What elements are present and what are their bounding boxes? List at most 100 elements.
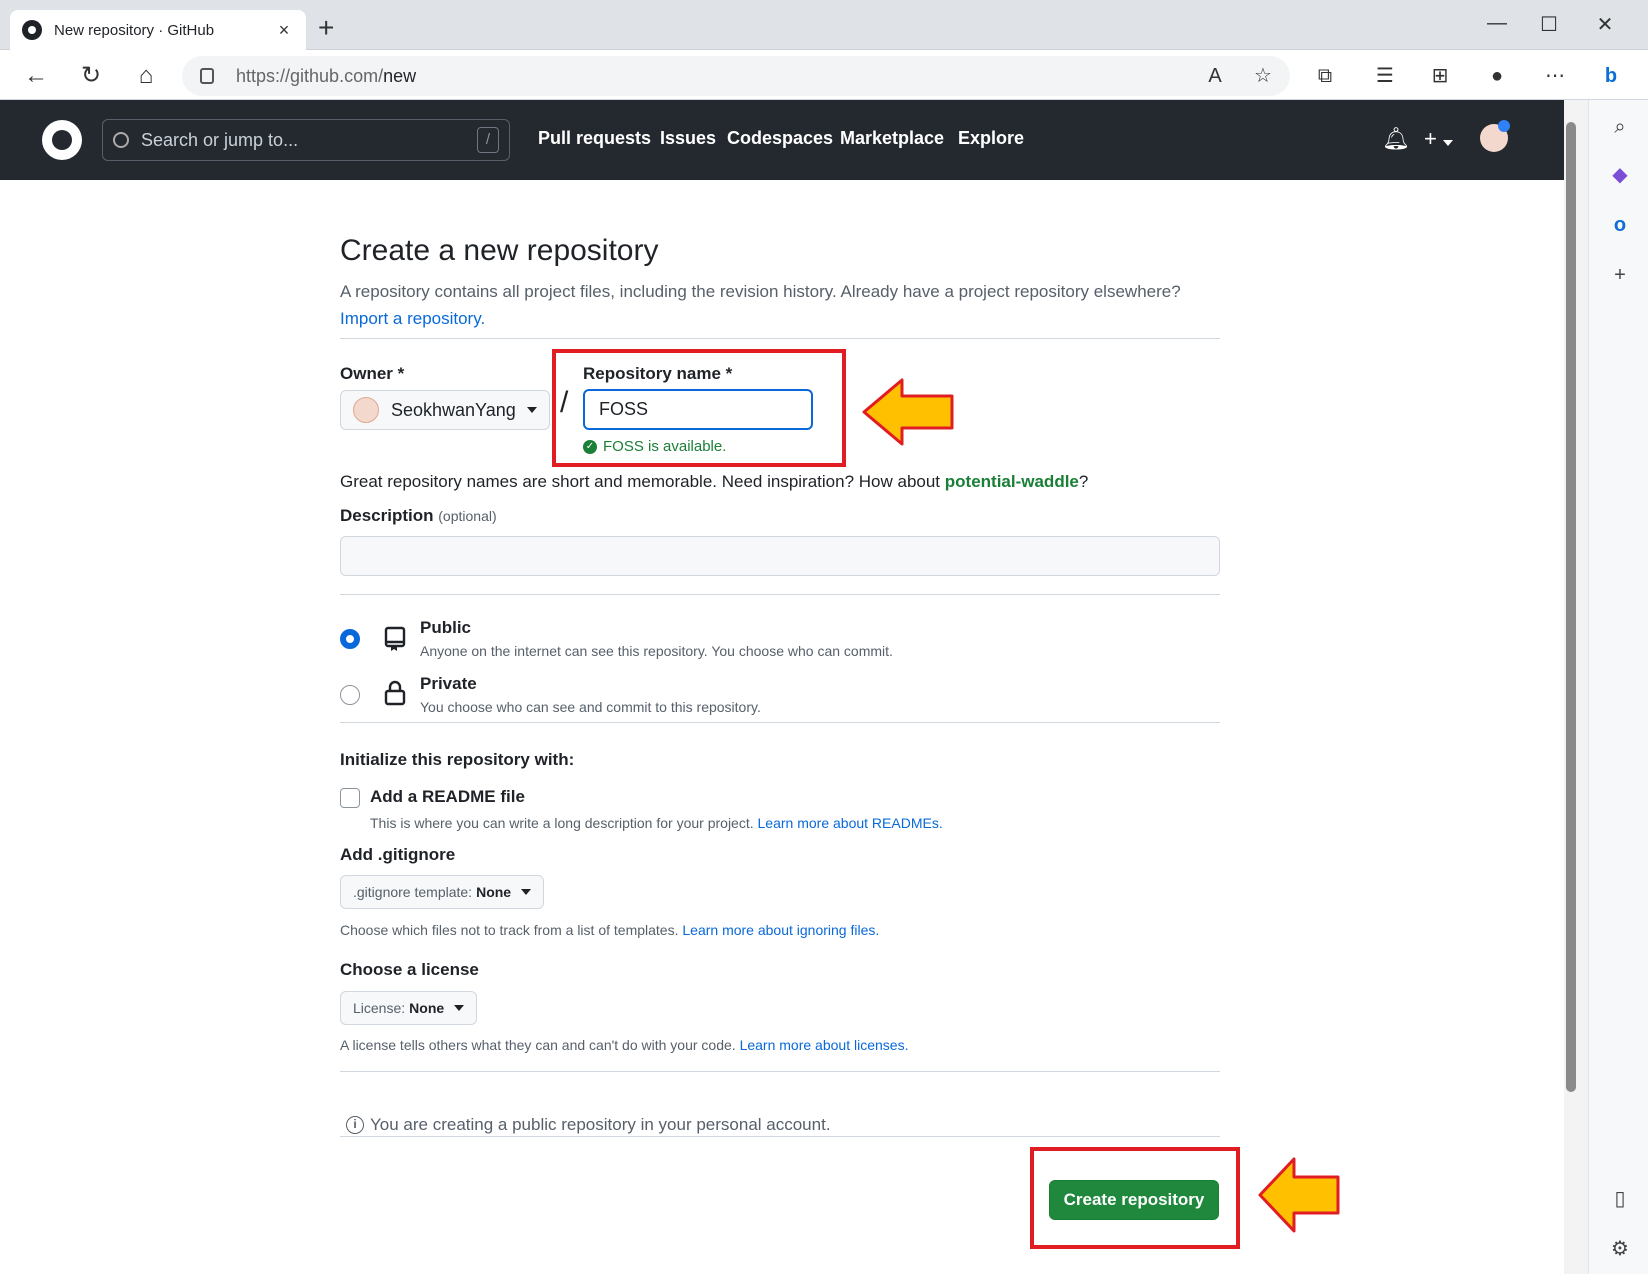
gitignore-description: Choose which files not to track from a l… <box>340 922 879 938</box>
tip-suffix: ? <box>1078 472 1089 491</box>
description-label: Description (optional) <box>340 506 497 526</box>
gitignore-learn-more-link[interactable]: Learn more about ignoring files. <box>682 922 879 938</box>
gitignore-desc-text: Choose which files not to track from a l… <box>340 922 683 938</box>
owner-label: Owner * <box>340 364 405 383</box>
lock-icon <box>200 68 214 84</box>
github-logo-icon[interactable] <box>42 120 82 160</box>
more-menu-icon[interactable]: ⋯ <box>1540 61 1570 91</box>
url-path: new <box>383 65 417 86</box>
name-suggestion: Great repository names are short and mem… <box>340 472 1088 492</box>
nav-pull-requests[interactable]: Pull requests <box>538 128 651 149</box>
profile-avatar-icon[interactable]: ● <box>1482 61 1512 91</box>
new-tab-button[interactable]: + <box>318 14 334 42</box>
create-new-plus-icon[interactable]: + <box>1424 126 1453 152</box>
divider <box>340 1136 1220 1137</box>
divider <box>340 594 1220 595</box>
plus-label: + <box>1424 126 1437 151</box>
readme-learn-more-link[interactable]: Learn more about READMEs. <box>758 815 943 831</box>
browser-tab-bar: New repository · GitHub × + — ☐ ✕ <box>0 0 1648 50</box>
nav-explore[interactable]: Explore <box>958 128 1024 149</box>
lead-text: A repository contains all project files,… <box>340 282 1181 301</box>
extensions-icon[interactable]: ⧉ <box>1310 61 1340 91</box>
back-icon[interactable]: ← <box>20 60 52 92</box>
nav-marketplace[interactable]: Marketplace <box>840 128 944 149</box>
search-input[interactable]: Search or jump to... / <box>102 119 510 161</box>
lock-icon <box>384 680 406 706</box>
page-lead: A repository contains all project files,… <box>340 278 1220 332</box>
page-title: Create a new repository <box>340 234 659 267</box>
suggested-name-link[interactable]: potential-waddle <box>945 472 1079 491</box>
url-host: https://github.com/ <box>236 65 384 86</box>
refresh-icon[interactable]: ↻ <box>75 60 107 92</box>
private-title: Private <box>420 674 477 693</box>
chevron-down-icon <box>527 407 537 413</box>
add-sidebar-app-icon[interactable]: + <box>1607 262 1633 288</box>
divider <box>340 722 1220 723</box>
private-radio[interactable] <box>340 685 360 705</box>
search-icon[interactable]: ⌕ <box>1607 114 1633 140</box>
optional-hint: (optional) <box>438 508 497 524</box>
chevron-down-icon <box>521 889 532 895</box>
outlook-icon[interactable]: o <box>1607 212 1633 238</box>
owner-avatar <box>353 397 379 423</box>
annotation-arrow-icon <box>862 378 954 446</box>
tab-title: New repository · GitHub <box>54 21 215 39</box>
gitignore-label: Add .gitignore <box>340 845 456 864</box>
import-repository-link[interactable]: Import a repository. <box>340 309 485 328</box>
readme-title: Add a README file <box>370 787 525 806</box>
github-header: Search or jump to... / Pull requests Iss… <box>0 100 1564 180</box>
owner-select[interactable]: SeokhwanYang <box>340 390 550 430</box>
notification-dot-icon <box>1498 120 1510 132</box>
info-icon: i <box>346 1116 364 1134</box>
license-select-label: License: <box>353 1000 406 1016</box>
close-window-button[interactable]: ✕ <box>1590 12 1620 37</box>
add-favorite-icon[interactable]: ☆ <box>1248 61 1278 91</box>
minimize-button[interactable]: — <box>1482 12 1512 35</box>
notifications-bell-icon[interactable]: 🔔︎ <box>1382 126 1410 152</box>
tip-text: Great repository names are short and mem… <box>340 472 945 491</box>
divider <box>340 1071 1220 1072</box>
gitignore-template-select[interactable]: .gitignore template: None <box>340 875 545 909</box>
license-description: A license tells others what they can and… <box>340 1037 908 1053</box>
readme-desc-text: This is where you can write a long descr… <box>370 815 758 831</box>
home-icon[interactable]: ⌂ <box>130 60 162 92</box>
readme-description: This is where you can write a long descr… <box>370 815 943 831</box>
browser-tab[interactable]: New repository · GitHub × <box>10 10 306 50</box>
divider <box>340 338 1220 339</box>
read-aloud-icon[interactable]: A <box>1200 61 1230 91</box>
github-favicon-icon <box>22 20 42 40</box>
annotation-highlight-box <box>1030 1147 1240 1249</box>
visibility-note-text: You are creating a public repository in … <box>370 1115 831 1134</box>
license-select[interactable]: License: None <box>340 991 478 1025</box>
tab-close-icon[interactable]: × <box>274 20 294 41</box>
copilot-icon[interactable]: ◆ <box>1607 162 1633 188</box>
gitignore-select-value: None <box>476 884 512 900</box>
description-input[interactable] <box>340 536 1220 576</box>
gear-icon[interactable]: ⚙ <box>1607 1236 1633 1262</box>
search-icon <box>113 132 129 148</box>
maximize-button[interactable]: ☐ <box>1534 12 1564 37</box>
chevron-down-icon <box>454 1005 465 1011</box>
scrollbar-thumb[interactable] <box>1566 122 1576 1092</box>
public-description: Anyone on the internet can see this repo… <box>420 643 893 659</box>
license-learn-more-link[interactable]: Learn more about licenses. <box>740 1037 909 1053</box>
favorites-icon[interactable]: ☰ <box>1370 61 1400 91</box>
collections-icon[interactable]: ⊞ <box>1425 61 1455 91</box>
sidebar-toggle-icon[interactable]: ▯ <box>1607 1186 1633 1212</box>
gitignore-select-label: .gitignore template: <box>353 884 473 900</box>
owner-name: SeokhwanYang <box>391 399 516 420</box>
nav-codespaces[interactable]: Codespaces <box>727 128 833 149</box>
repo-book-icon <box>384 626 406 651</box>
public-radio[interactable] <box>340 629 360 649</box>
license-select-value: None <box>409 1000 445 1016</box>
edge-sidebar: ⌕ ◆ o + ▯ ⚙ <box>1588 100 1648 1274</box>
visibility-note: i You are creating a public repository i… <box>346 1115 831 1135</box>
description-label-text: Description <box>340 506 434 525</box>
url-text: https://github.com/new <box>236 66 416 87</box>
nav-issues[interactable]: Issues <box>660 128 716 149</box>
address-bar[interactable]: https://github.com/new <box>182 56 1290 96</box>
add-readme-checkbox[interactable] <box>340 788 360 808</box>
bing-copilot-icon[interactable]: b <box>1596 61 1626 91</box>
initialize-label: Initialize this repository with: <box>340 750 575 769</box>
license-desc-text: A license tells others what they can and… <box>340 1037 740 1053</box>
